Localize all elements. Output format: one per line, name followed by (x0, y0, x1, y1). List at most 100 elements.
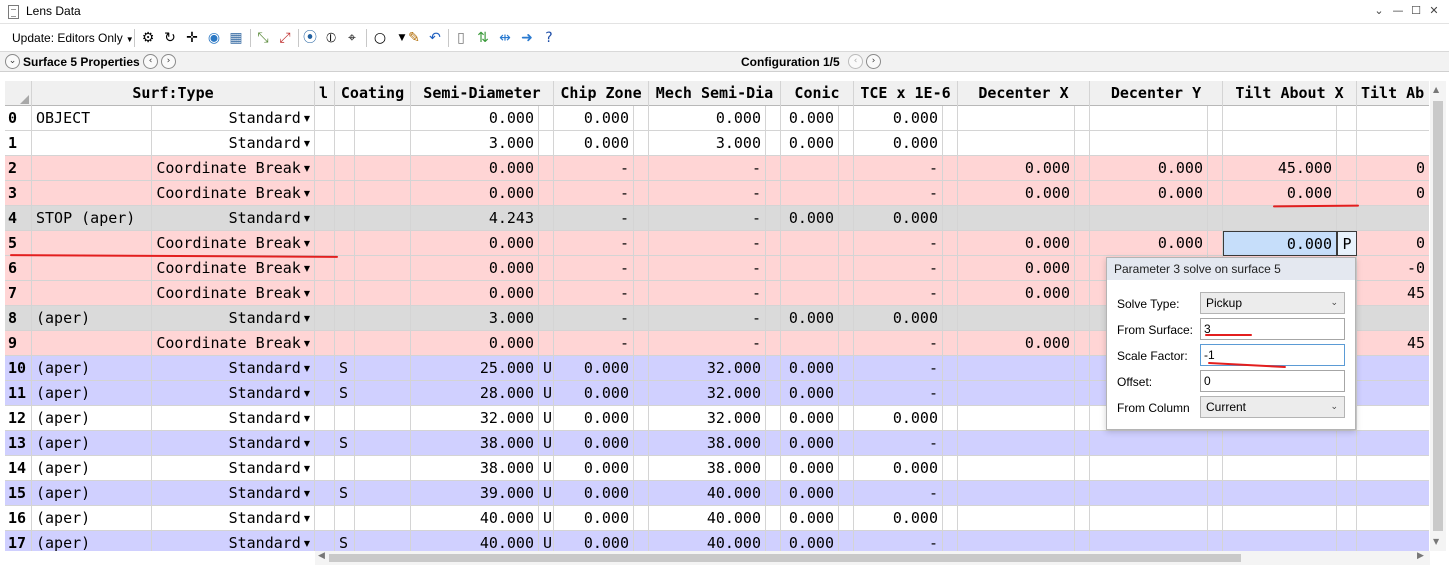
semi-diameter-cell[interactable]: 38.000 (411, 431, 539, 456)
chip-zone-solve-cell[interactable] (634, 356, 649, 381)
tilt-about-x-cell[interactable]: 0.000 (1223, 181, 1337, 206)
tilt-about-y-cell[interactable]: 45 (1357, 331, 1429, 356)
chip-zone-solve-cell[interactable] (634, 381, 649, 406)
update-dropdown[interactable]: Update: Editors Only ▼ (12, 31, 134, 45)
tilt-about-x-cell[interactable]: 0.000 (1223, 231, 1337, 256)
semi-diameter-cell[interactable]: 0.000 (411, 231, 539, 256)
semi-diameter-solve-cell[interactable]: U (539, 531, 554, 551)
decenter-x-cell[interactable] (958, 306, 1075, 331)
chip-zone-solve-cell[interactable] (634, 156, 649, 181)
chip-zone-solve-cell[interactable] (634, 306, 649, 331)
decenter-y-solve-cell[interactable] (1208, 506, 1223, 531)
scroll-up-icon[interactable]: ▲ (1433, 85, 1439, 94)
horizontal-scrollbar[interactable]: ◀ ▶ (315, 551, 1430, 565)
chip-zone-cell[interactable]: - (554, 256, 634, 281)
horizontal-scroll-thumb[interactable] (329, 554, 1241, 562)
conic-cell[interactable]: 0.000 (781, 456, 839, 481)
semi-diameter-solve-cell[interactable]: U (539, 381, 554, 406)
decenter-x-solve-cell[interactable] (1075, 231, 1090, 256)
row-number[interactable]: 14 (5, 456, 32, 481)
tilt-about-y-cell[interactable]: 45 (1357, 281, 1429, 306)
surface-comment-cell[interactable]: (aper) (32, 506, 152, 531)
conic-cell[interactable]: 0.000 (781, 381, 839, 406)
conic-cell[interactable]: 0.000 (781, 356, 839, 381)
coating-cell[interactable] (355, 181, 411, 206)
offset-input[interactable]: 0 (1200, 370, 1345, 392)
tilt-about-y-cell[interactable]: 0 (1357, 181, 1429, 206)
tce-cell[interactable]: - (854, 381, 943, 406)
mech-semi-dia-cell[interactable]: - (649, 306, 766, 331)
conic-solve-cell[interactable] (839, 281, 854, 306)
coating-cell[interactable] (355, 456, 411, 481)
row-number[interactable]: 9 (5, 331, 32, 356)
decenter-y-solve-cell[interactable] (1208, 181, 1223, 206)
minimize-icon[interactable]: — (1390, 3, 1406, 19)
decenter-y-cell[interactable]: 0.000 (1090, 231, 1208, 256)
semi-diameter-cell[interactable]: 0.000 (411, 106, 539, 131)
mech-semi-dia-cell[interactable]: 32.000 (649, 356, 766, 381)
decenter-x-solve-cell[interactable] (1075, 281, 1090, 306)
surface-comment-cell[interactable] (32, 131, 152, 156)
chevron-left-icon[interactable]: ‹ (848, 54, 863, 69)
tilt-about-x-cell[interactable]: 45.000 (1223, 156, 1337, 181)
tilt-about-x-cell[interactable] (1223, 206, 1337, 231)
coating-solve-cell[interactable] (335, 306, 355, 331)
conic-solve-cell[interactable] (839, 231, 854, 256)
mech-solve-cell[interactable] (766, 531, 781, 551)
tce-solve-cell[interactable] (943, 181, 958, 206)
row-number[interactable]: 15 (5, 481, 32, 506)
coating-solve-cell[interactable] (335, 406, 355, 431)
tilt-about-x-solve-cell[interactable] (1337, 206, 1357, 231)
caret-down-icon[interactable]: ▼ (304, 489, 310, 498)
conic-solve-cell[interactable] (839, 381, 854, 406)
scroll-right-icon[interactable]: ▶ (1417, 551, 1424, 561)
deselect-icon[interactable]: ⤢ (275, 28, 295, 48)
mech-semi-dia-cell[interactable]: 38.000 (649, 431, 766, 456)
comment-cell[interactable] (315, 406, 335, 431)
map-icon[interactable]: ▦ (226, 28, 246, 48)
semi-diameter-solve-cell[interactable] (539, 156, 554, 181)
row-number[interactable]: 8 (5, 306, 32, 331)
surface-type-cell[interactable]: Standard ▼ (152, 106, 315, 131)
caret-down-icon[interactable]: ▼ (304, 164, 310, 173)
mech-semi-dia-cell[interactable]: 38.000 (649, 456, 766, 481)
semi-diameter-solve-cell[interactable] (539, 256, 554, 281)
decenter-y-cell[interactable] (1090, 456, 1208, 481)
comment-cell[interactable] (315, 331, 335, 356)
coating-cell[interactable] (355, 231, 411, 256)
conic-solve-cell[interactable] (839, 156, 854, 181)
tce-solve-cell[interactable] (943, 156, 958, 181)
chip-zone-cell[interactable]: 0.000 (554, 456, 634, 481)
mech-solve-cell[interactable] (766, 356, 781, 381)
coating-solve-cell[interactable]: S (335, 531, 355, 551)
surface-comment-cell[interactable]: (aper) (32, 406, 152, 431)
surface-comment-cell[interactable] (32, 181, 152, 206)
tilt-about-x-solve-cell[interactable] (1337, 181, 1357, 206)
tilt-about-x-cell[interactable] (1223, 506, 1337, 531)
chip-zone-solve-cell[interactable] (634, 456, 649, 481)
conic-cell[interactable]: 0.000 (781, 531, 839, 551)
surface-type-cell[interactable]: Standard ▼ (152, 206, 315, 231)
semi-diameter-solve-cell[interactable] (539, 231, 554, 256)
chip-zone-cell[interactable]: 0.000 (554, 356, 634, 381)
lens-icon[interactable]: ⦶ (321, 28, 341, 48)
conic-cell[interactable]: 0.000 (781, 131, 839, 156)
header-coating[interactable]: Coating (335, 81, 411, 106)
conic-cell[interactable]: 0.000 (781, 206, 839, 231)
tilt-about-x-cell[interactable] (1223, 481, 1337, 506)
tce-cell[interactable]: - (854, 531, 943, 551)
comment-cell[interactable] (315, 106, 335, 131)
decenter-x-solve-cell[interactable] (1075, 381, 1090, 406)
surface-type-cell[interactable]: Coordinate Break ▼ (152, 231, 315, 256)
tilt-about-y-cell[interactable] (1357, 531, 1429, 551)
comment-cell[interactable] (315, 356, 335, 381)
coating-solve-cell[interactable] (335, 231, 355, 256)
mech-solve-cell[interactable] (766, 231, 781, 256)
chip-zone-solve-cell[interactable] (634, 206, 649, 231)
decenter-x-cell[interactable] (958, 531, 1075, 551)
semi-diameter-solve-cell[interactable]: U (539, 356, 554, 381)
row-number[interactable]: 5 (5, 231, 32, 256)
semi-diameter-cell[interactable]: 0.000 (411, 181, 539, 206)
semi-diameter-cell[interactable]: 40.000 (411, 506, 539, 531)
tilt-about-y-cell[interactable] (1357, 431, 1429, 456)
